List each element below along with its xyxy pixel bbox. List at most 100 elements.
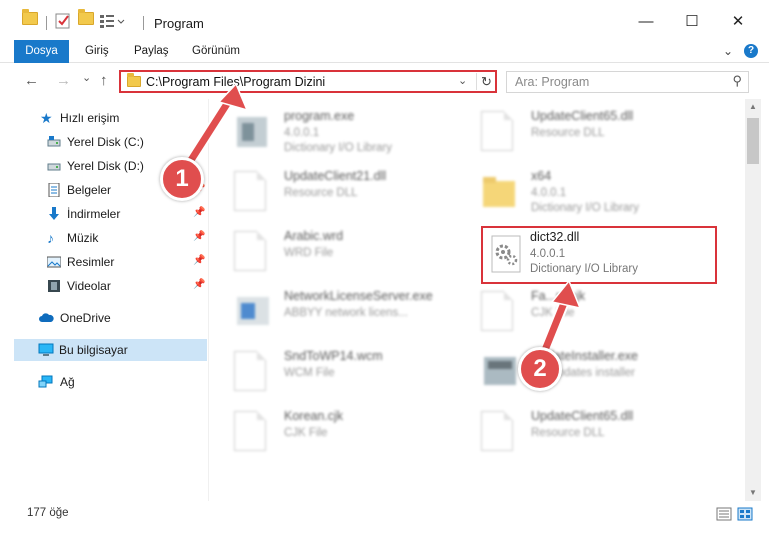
search-input[interactable]: Ara: Program ⚲	[506, 71, 749, 93]
properties-icon[interactable]	[55, 13, 71, 29]
forward-button[interactable]: →	[56, 72, 71, 89]
back-button[interactable]: ←	[24, 72, 39, 89]
sidebar-item-label: Resimler	[67, 255, 115, 269]
scroll-down-arrow-icon[interactable]: ▼	[745, 485, 761, 501]
sidebar-item-label: İndirmeler	[67, 207, 121, 221]
tiles-view-icon[interactable]	[737, 507, 753, 521]
file-name: SndToWP14.wcm	[284, 349, 383, 363]
file-item[interactable]: NetworkLicenseServer.exe ABBYY network l…	[234, 285, 454, 345]
file-name: program.exe	[284, 109, 355, 123]
maximize-button[interactable]: ☐	[677, 10, 707, 34]
file-type: CJK File	[284, 427, 328, 439]
divider	[46, 16, 47, 30]
pin-icon[interactable]: 📌	[193, 279, 205, 290]
navigation-bar: ← → ⌄ ↑ C:\Program Files\Program Dizini …	[0, 63, 769, 99]
file-item[interactable]: program.exe 4.0.0.1 Dictionary I/O Libra…	[234, 105, 454, 165]
file-type: Resource DLL	[531, 127, 605, 139]
file-name: Arabic.wrd	[284, 229, 344, 243]
customize-toolbar-icon[interactable]	[99, 13, 125, 29]
download-icon	[47, 207, 61, 221]
title-bar: Program — ☐ ✕	[0, 0, 769, 40]
up-button[interactable]: ↑	[100, 72, 108, 89]
file-description: Dictionary I/O Library	[284, 142, 393, 154]
close-button[interactable]: ✕	[723, 10, 753, 34]
sidebar-item-label: Ağ	[60, 375, 75, 389]
folder-icon	[127, 73, 141, 87]
pin-icon[interactable]: 📌	[193, 207, 205, 218]
dll-icon	[234, 171, 272, 215]
pin-icon[interactable]: 📌	[193, 231, 205, 242]
sidebar-item-downloads[interactable]: İndirmeler 📌	[0, 203, 208, 225]
computer-icon	[38, 343, 54, 357]
sidebar-item-this-pc[interactable]: Bu bilgisayar	[14, 339, 207, 361]
file-list: program.exe 4.0.0.1 Dictionary I/O Libra…	[209, 99, 745, 501]
file-description: Dictionary I/O Library	[531, 202, 640, 214]
sidebar-item-label: Yerel Disk (C:)	[67, 135, 144, 149]
installer-icon	[481, 351, 519, 395]
details-view-icon[interactable]	[716, 507, 732, 521]
document-icon	[234, 231, 272, 275]
file-highlight-box	[481, 226, 717, 284]
videos-icon	[47, 279, 61, 293]
scrollbar-thumb[interactable]	[747, 118, 759, 164]
cloud-icon	[38, 311, 54, 325]
sidebar-item-label: Hızlı erişim	[60, 111, 120, 125]
new-folder-icon[interactable]	[78, 9, 94, 25]
document-icon	[481, 291, 519, 335]
sidebar-item-onedrive[interactable]: OneDrive	[0, 307, 208, 329]
file-type: ABBYY network licens...	[284, 307, 408, 319]
sidebar-item-network[interactable]: Ağ	[0, 371, 208, 393]
item-count: 177 öğe	[27, 507, 69, 519]
file-item[interactable]: UpdateClient65.dll Resource DLL	[481, 405, 701, 465]
document-icon	[234, 411, 272, 455]
file-item[interactable]: UpdateClient21.dll Resource DLL	[234, 165, 454, 225]
tab-gorunum[interactable]: Görünüm	[192, 40, 240, 63]
tab-giris[interactable]: Giriş	[85, 40, 109, 63]
search-icon[interactable]: ⚲	[732, 73, 742, 89]
search-placeholder: Ara: Program	[515, 75, 590, 89]
file-type: WCM File	[284, 367, 335, 379]
sidebar-item-label: Bu bilgisayar	[59, 343, 128, 357]
sidebar-item-videos[interactable]: Videolar 📌	[0, 275, 208, 297]
file-item[interactable]: SndToWP14.wcm WCM File	[234, 345, 454, 405]
sidebar-item-pictures[interactable]: Resimler 📌	[0, 251, 208, 273]
minimize-button[interactable]: —	[631, 10, 661, 34]
music-icon: ♪	[47, 230, 54, 246]
sidebar-item-quick-access[interactable]: ★ Hızlı erişim	[0, 107, 208, 129]
vertical-scrollbar[interactable]: ▲ ▼	[745, 99, 761, 501]
sidebar-item-music[interactable]: ♪ Müzik 📌	[0, 227, 208, 249]
tab-paylas[interactable]: Paylaş	[134, 40, 169, 63]
file-item[interactable]: Fa...m.cjk CJK File	[481, 285, 701, 345]
sidebar-item-label: Yerel Disk (D:)	[67, 159, 144, 173]
sidebar-item-label: Videolar	[67, 279, 111, 293]
file-name: UpdateClient65.dll	[531, 409, 634, 423]
file-item[interactable]: x64 4.0.0.1 Dictionary I/O Library	[481, 165, 701, 225]
exe-icon	[234, 111, 272, 155]
file-version: 4.0.0.1	[531, 187, 567, 199]
file-type: Resource DLL	[531, 427, 605, 439]
expand-ribbon-icon[interactable]: ⌄	[723, 44, 733, 58]
file-item[interactable]: UpdateInstaller.exe ...Y updates install…	[481, 345, 701, 405]
file-name: x64	[531, 169, 552, 183]
help-icon[interactable]: ?	[744, 44, 758, 58]
recent-locations-button[interactable]: ⌄	[82, 71, 91, 84]
dll-icon	[481, 411, 519, 455]
folder-icon	[22, 9, 38, 25]
pin-icon[interactable]: 📌	[193, 255, 205, 266]
drive-icon	[47, 159, 61, 173]
sidebar-item-label: Müzik	[67, 231, 99, 245]
address-bar[interactable]: C:\Program Files\Program Dizini ⌄ ↻	[119, 70, 497, 93]
refresh-button[interactable]: ↻	[476, 73, 496, 90]
file-item[interactable]: Korean.cjk CJK File	[234, 405, 454, 465]
file-name: UpdateClient21.dll	[284, 169, 387, 183]
address-dropdown-icon[interactable]: ⌄	[458, 74, 467, 87]
file-version: 4.0.0.1	[284, 127, 320, 139]
sidebar-item-local-disk-c[interactable]: Yerel Disk (C:)	[0, 131, 208, 153]
scroll-up-arrow-icon[interactable]: ▲	[745, 99, 761, 115]
file-item[interactable]: UpdateClient65.dll Resource DLL	[481, 105, 701, 165]
file-item[interactable]: Arabic.wrd WRD File	[234, 225, 454, 285]
exe-icon	[234, 291, 272, 335]
pictures-icon	[46, 255, 62, 269]
document-icon	[234, 351, 272, 395]
address-path[interactable]: C:\Program Files\Program Dizini	[146, 75, 325, 89]
